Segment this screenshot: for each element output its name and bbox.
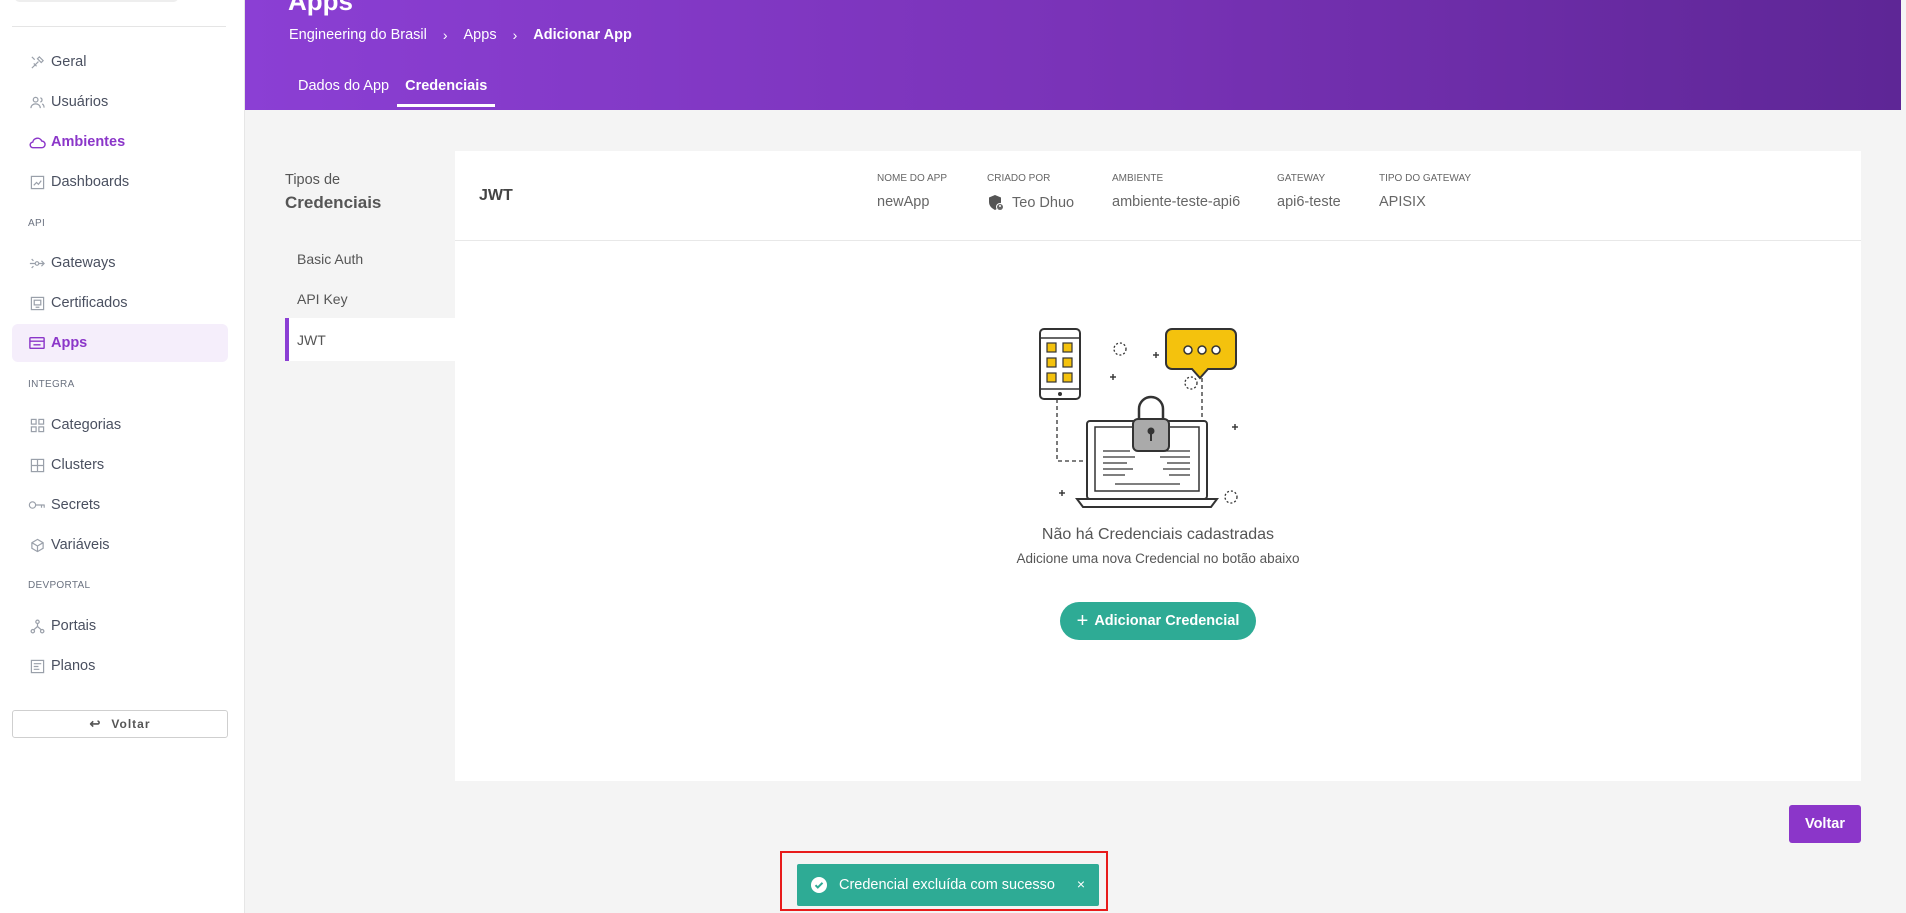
section-label-integra: INTEGRA	[28, 379, 75, 390]
meta-value: newApp	[877, 194, 930, 210]
meta-environment: AMBIENTE ambiente-teste-api6	[1112, 173, 1240, 210]
success-toast: Credencial excluída com sucesso ×	[797, 864, 1099, 906]
portals-icon	[28, 617, 46, 635]
gateway-icon	[28, 254, 46, 272]
sidebar-item-usuarios[interactable]: Usuários	[12, 83, 228, 121]
sidebar-back-button[interactable]: ↩ Voltar	[12, 710, 228, 738]
empty-state-subtitle: Adicione uma nova Credencial no botão ab…	[1016, 551, 1300, 566]
breadcrumb-item-current: Adicionar App	[533, 27, 632, 43]
heading-line-2: Credenciais	[285, 193, 382, 212]
meta-label: NOME DO APP	[877, 173, 948, 184]
meta-value: Teo Dhuo	[1012, 195, 1075, 211]
sidebar-item-secrets[interactable]: Secrets	[12, 486, 228, 524]
sidebar-item-clusters[interactable]: Clusters	[12, 446, 228, 484]
certificate-icon	[28, 294, 46, 312]
clusters-icon	[28, 456, 46, 474]
credential-types-heading: Tipos de Credenciais	[285, 172, 381, 213]
return-arrow-icon: ↩	[89, 716, 102, 731]
sidebar-item-label: Apps	[51, 335, 88, 351]
sidebar-item-ambientes[interactable]: Ambientes	[12, 123, 228, 161]
toast-message: Credencial excluída com sucesso	[839, 877, 1055, 893]
plus-icon: +	[1076, 609, 1089, 632]
voltar-button[interactable]: Voltar	[1789, 805, 1861, 843]
sidebar-item-label: Clusters	[51, 457, 105, 473]
heading-line-1: Tipos de	[285, 172, 341, 188]
sidebar-item-label: Usuários	[51, 94, 109, 110]
credential-type-jwt[interactable]: JWT	[285, 318, 455, 361]
section-label-devportal: DEVPORTAL	[28, 580, 91, 591]
meta-gateway-type: TIPO DO GATEWAY APISIX	[1379, 173, 1471, 210]
add-credential-button[interactable]: + Adicionar Credencial	[1060, 602, 1256, 640]
page-header: Apps Engineering do Brasil › Apps › Adic…	[245, 0, 1901, 110]
shield-user-icon	[989, 195, 1004, 211]
tab-credenciais[interactable]: Credenciais	[397, 78, 496, 107]
chevron-right-icon: ›	[512, 27, 518, 43]
breadcrumb-item-company[interactable]: Engineering do Brasil	[289, 27, 427, 43]
plans-icon	[28, 657, 46, 675]
sidebar-item-label: Variáveis	[51, 537, 110, 553]
close-icon[interactable]: ×	[1077, 876, 1085, 892]
empty-state-title: Não há Credenciais cadastradas	[1041, 526, 1275, 543]
meta-label: AMBIENTE	[1112, 173, 1164, 184]
users-icon	[28, 93, 46, 111]
sidebar-item-label: Portais	[51, 618, 97, 634]
breadcrumb-item-apps[interactable]: Apps	[464, 27, 497, 43]
tab-dados-do-app[interactable]: Dados do App	[290, 78, 397, 107]
sidebar-item-label: Planos	[51, 658, 96, 674]
apps-icon	[28, 334, 46, 352]
sidebar-item-label: Secrets	[51, 497, 101, 513]
sidebar-item-planos[interactable]: Planos	[12, 647, 228, 685]
sidebar-item-label: Dashboards	[51, 174, 130, 190]
sidebar-item-variaveis[interactable]: Variáveis	[12, 526, 228, 564]
sidebar-search-box[interactable]	[14, 0, 179, 2]
sidebar-item-geral[interactable]: Geral	[12, 43, 228, 81]
meta-value-row: Teo Dhuo	[987, 194, 1074, 212]
tabs: Dados do App Credenciais	[290, 78, 496, 107]
cloud-icon	[28, 133, 46, 151]
sidebar: Geral Usuários Ambientes Dashboards API …	[0, 0, 245, 913]
credential-type-basic-auth[interactable]: Basic Auth	[285, 239, 455, 279]
page-title: Apps	[288, 0, 353, 16]
empty-state-illustration	[1039, 328, 1238, 508]
sidebar-item-portais[interactable]: Portais	[12, 607, 228, 645]
divider	[12, 26, 226, 27]
panel-heading: JWT	[479, 187, 513, 204]
sidebar-item-label: Geral	[51, 54, 87, 70]
categories-icon	[28, 416, 46, 434]
sidebar-item-certificados[interactable]: Certificados	[12, 284, 228, 322]
meta-value: api6-teste	[1277, 194, 1341, 210]
credential-type-api-key[interactable]: API Key	[285, 279, 455, 319]
back-label: Voltar	[111, 717, 151, 731]
meta-created-by: CRIADO POR Teo Dhuo	[987, 173, 1074, 212]
panel-header: JWT NOME DO APP newApp CRIADO POR Teo Dh…	[455, 151, 1861, 241]
meta-value: APISIX	[1379, 194, 1426, 210]
meta-gateway: GATEWAY api6-teste	[1277, 173, 1341, 210]
meta-label: GATEWAY	[1277, 173, 1326, 184]
check-circle-icon	[811, 877, 827, 893]
add-credential-label: Adicionar Credencial	[1094, 613, 1240, 629]
sidebar-item-label: Categorias	[51, 417, 122, 433]
sidebar-item-categorias[interactable]: Categorias	[12, 406, 228, 444]
sidebar-item-gateways[interactable]: Gateways	[12, 244, 228, 282]
section-label-api: API	[28, 218, 46, 229]
variables-icon	[28, 536, 46, 554]
key-icon	[28, 496, 46, 514]
chevron-right-icon: ›	[442, 27, 448, 43]
sidebar-item-dashboards[interactable]: Dashboards	[12, 163, 228, 201]
meta-value: ambiente-teste-api6	[1112, 194, 1241, 210]
tools-icon	[28, 53, 46, 71]
sidebar-item-apps[interactable]: Apps	[12, 324, 228, 362]
meta-label: TIPO DO GATEWAY	[1379, 173, 1472, 184]
dashboard-icon	[28, 173, 46, 191]
credentials-panel: JWT NOME DO APP newApp CRIADO POR Teo Dh…	[455, 151, 1861, 781]
meta-app-name: NOME DO APP newApp	[877, 173, 947, 210]
meta-label: CRIADO POR	[987, 173, 1051, 184]
sidebar-item-label: Gateways	[51, 255, 116, 271]
sidebar-item-label: Certificados	[51, 295, 128, 311]
sidebar-item-label: Ambientes	[51, 134, 126, 150]
breadcrumb: Engineering do Brasil › Apps › Adicionar…	[289, 27, 632, 43]
